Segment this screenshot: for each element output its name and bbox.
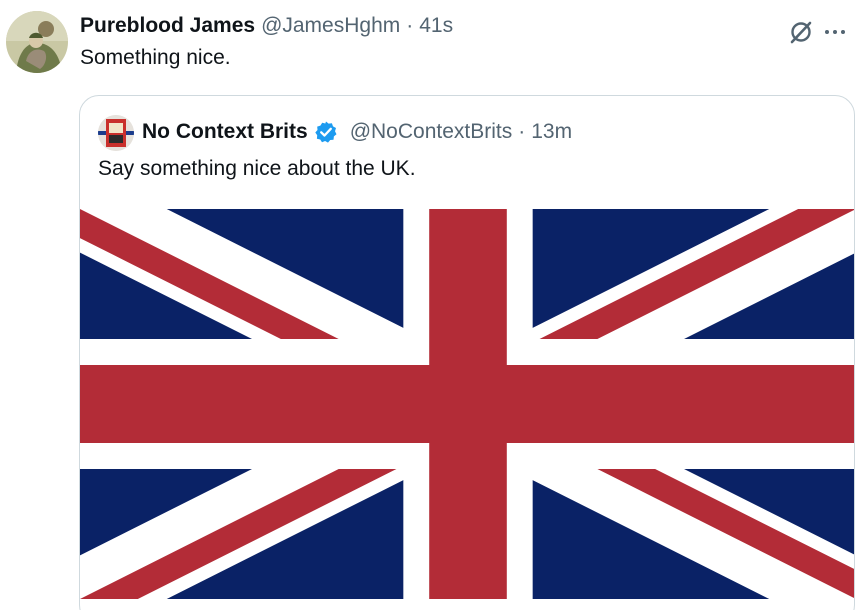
- quoted-tweet-text: Say something nice about the UK.: [98, 157, 416, 180]
- more-icon-dot: [833, 30, 837, 34]
- tweet-text: Something nice.: [80, 46, 231, 69]
- grok-icon: [790, 21, 812, 44]
- tweet-header: Pureblood James @JamesHghm · 41s: [80, 14, 453, 40]
- quoted-header-separator: ·: [518, 120, 526, 143]
- quoted-author-handle[interactable]: @NoContextBrits: [350, 120, 513, 144]
- author-avatar-image: [6, 11, 68, 73]
- more-icon: [825, 30, 829, 34]
- more-button[interactable]: [820, 19, 850, 45]
- quoted-author-avatar-image: [98, 115, 134, 151]
- union-jack-flag-image: [80, 209, 854, 599]
- tweet-timestamp[interactable]: 41s: [419, 14, 453, 38]
- more-icon-dot: [841, 30, 845, 34]
- tweet[interactable]: Pureblood James @JamesHghm · 41s Somethi…: [0, 0, 862, 610]
- grok-button[interactable]: [786, 17, 816, 47]
- header-separator: ·: [406, 14, 414, 37]
- author-handle[interactable]: @JamesHghm: [261, 14, 400, 38]
- quoted-tweet-timestamp[interactable]: 13m: [531, 120, 572, 144]
- quoted-tweet-header: No Context Brits @NoContextBrits · 13m: [142, 118, 572, 146]
- quoted-tweet-media[interactable]: [80, 209, 854, 599]
- quoted-author-avatar[interactable]: [98, 115, 134, 151]
- quoted-tweet-card[interactable]: No Context Brits @NoContextBrits · 13m S…: [79, 95, 855, 610]
- author-display-name[interactable]: Pureblood James: [80, 14, 255, 38]
- quoted-author-display-name[interactable]: No Context Brits: [142, 120, 308, 144]
- author-avatar[interactable]: [6, 11, 68, 73]
- verified-badge-icon: [314, 120, 338, 144]
